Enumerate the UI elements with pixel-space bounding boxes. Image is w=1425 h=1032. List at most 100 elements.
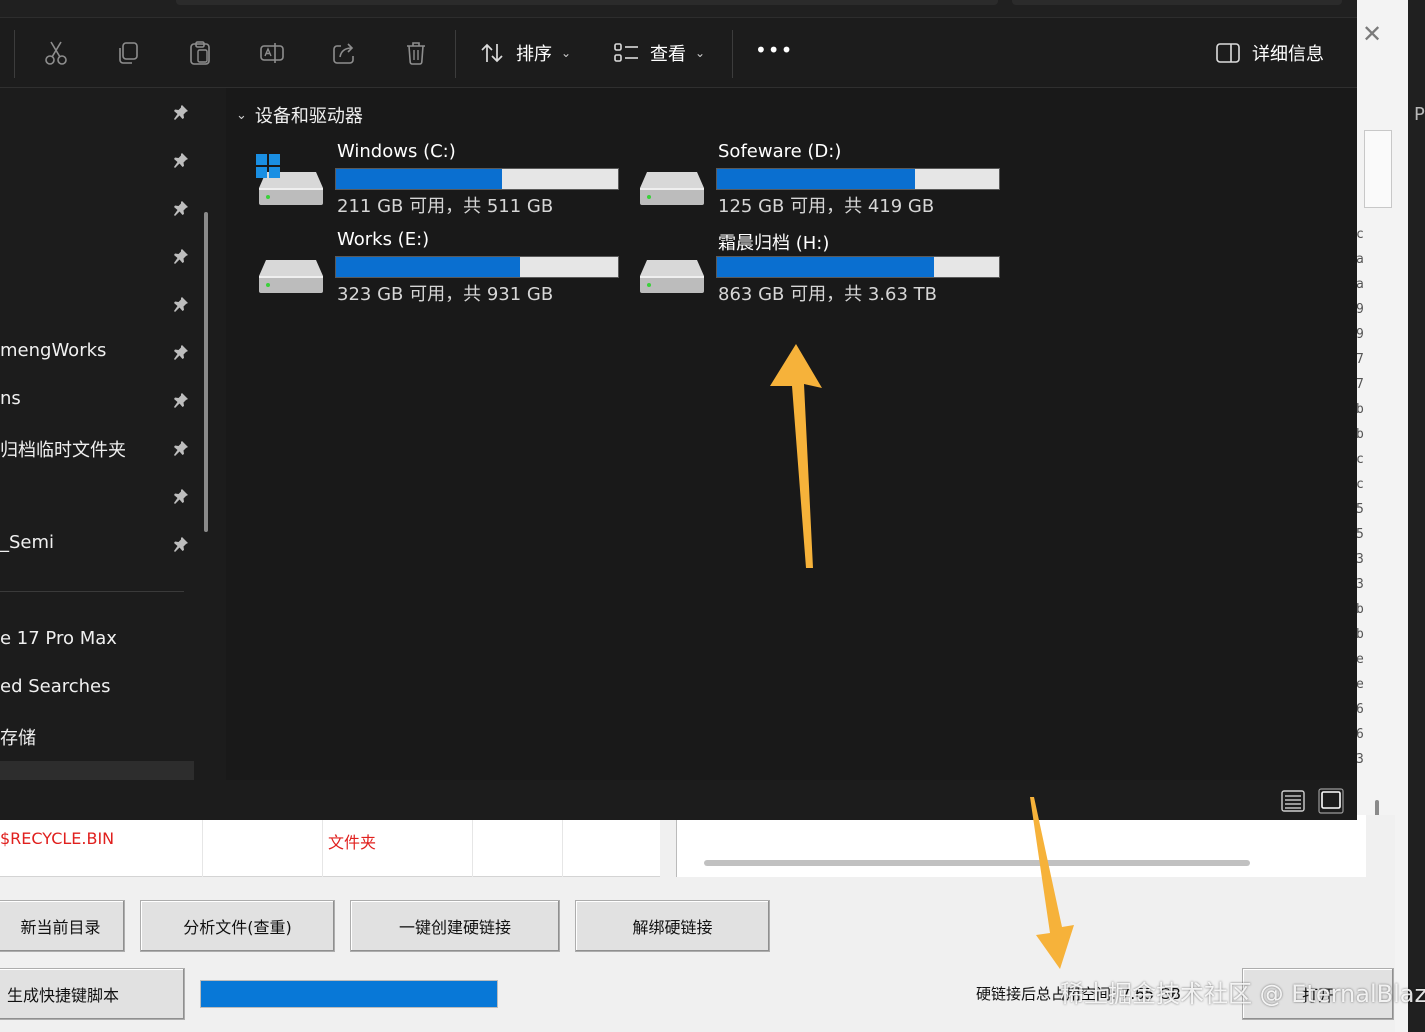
status-bar	[0, 780, 1357, 820]
nav-item-label: ed Searches	[0, 676, 111, 697]
section-title: 设备和驱动器	[254, 106, 363, 127]
nav-item[interactable]: ns	[0, 376, 200, 424]
background-cell-fragment: 3	[1356, 552, 1364, 567]
copy-icon[interactable]	[115, 40, 141, 66]
details-pane-button[interactable]: 详细信息	[1214, 18, 1334, 88]
annotation-arrow-down	[1030, 797, 1074, 969]
navigation-pane: mengWorks ns 归档临时文件夹 _Semi e 17 Pro Max ed S…	[0, 88, 224, 781]
nav-item[interactable]	[0, 136, 200, 184]
background-cell-fragment: a	[1356, 252, 1364, 267]
large-icons-view-icon[interactable]	[1318, 788, 1344, 814]
background-cell-fragment: 7	[1356, 352, 1364, 367]
progress-fill	[201, 981, 497, 1007]
table-row[interactable]: $RECYCLE.BIN 文件夹	[0, 827, 660, 853]
rename-icon[interactable]	[259, 40, 285, 66]
unbind-hardlink-button[interactable]: 解绑硬链接	[575, 900, 770, 952]
view-icon	[614, 43, 638, 62]
sort-label: 排序	[516, 44, 552, 65]
drive-usage-fill	[336, 257, 521, 277]
background-column-strip: caa9977bbcc5533bbee663	[1356, 222, 1366, 842]
watermark-text: 稀土掘金技术社区 @ EternalBlaze	[1060, 980, 1425, 1008]
background-cell-fragment: 6	[1356, 702, 1364, 717]
pin-icon[interactable]	[173, 344, 189, 360]
drive-tile[interactable]: Works (E:) 323 GB 可用，共 931 GB	[256, 229, 626, 308]
drive-free-space: 125 GB 可用，共 419 GB	[718, 196, 935, 217]
drive-usage-fill	[336, 169, 502, 189]
paste-icon[interactable]	[187, 40, 213, 66]
background-cell-fragment: 3	[1356, 752, 1364, 767]
view-label: 查看	[650, 44, 686, 65]
nav-item[interactable]: _Semi	[0, 520, 200, 568]
pin-icon[interactable]	[173, 104, 189, 120]
background-cell-fragment: 6	[1356, 727, 1364, 742]
nav-item[interactable]	[0, 280, 200, 328]
background-cell-fragment: 9	[1356, 327, 1364, 342]
details-view-icon[interactable]	[1280, 788, 1306, 814]
drive-usage-bar	[716, 256, 1000, 278]
drive-icon	[640, 260, 704, 293]
drive-tile[interactable]: 霜晨归档 (H:) 863 GB 可用，共 3.63 TB	[637, 232, 1007, 308]
drive-icon	[640, 172, 704, 205]
sort-icon	[481, 43, 503, 63]
address-bar[interactable]	[176, 0, 998, 5]
file-grid: $RECYCLE.BIN 文件夹	[0, 815, 660, 877]
grid-cell-type: 文件夹	[328, 833, 377, 852]
nav-item-label: _Semi	[0, 532, 55, 553]
nav-item[interactable]	[0, 88, 200, 136]
nav-item[interactable]: 存储	[0, 712, 200, 760]
progress-bar	[200, 980, 498, 1008]
background-panel	[1364, 130, 1392, 208]
drive-name: Windows (C:)	[337, 141, 456, 162]
pin-icon[interactable]	[173, 488, 189, 504]
cut-icon[interactable]	[43, 40, 69, 66]
background-cell-fragment: a	[1356, 277, 1364, 292]
search-box[interactable]	[1012, 0, 1342, 5]
tree-view[interactable]	[676, 815, 1366, 877]
nav-item[interactable]	[0, 232, 200, 280]
background-cell-fragment: e	[1356, 652, 1364, 667]
pin-icon[interactable]	[173, 392, 189, 408]
section-header-devices[interactable]: ⌄ 设备和驱动器	[236, 102, 363, 128]
nav-item[interactable]	[0, 472, 200, 520]
refresh-directory-button[interactable]: 新当前目录	[0, 900, 125, 952]
nav-item[interactable]: ed Searches	[0, 664, 200, 712]
pin-icon[interactable]	[173, 296, 189, 312]
nav-item[interactable]	[0, 184, 200, 232]
pin-icon[interactable]	[173, 536, 189, 552]
background-cell-fragment: 7	[1356, 377, 1364, 392]
background-cell-fragment: 5	[1356, 502, 1364, 517]
sort-button[interactable]: 排序 ⌄	[478, 18, 578, 88]
nav-item-label: 存储	[0, 728, 36, 749]
pin-icon[interactable]	[173, 200, 189, 216]
share-icon[interactable]	[331, 40, 357, 66]
drive-free-space: 323 GB 可用，共 931 GB	[337, 284, 554, 305]
nav-item[interactable]: 归档临时文件夹	[0, 424, 200, 472]
pin-icon[interactable]	[173, 248, 189, 264]
background-cell-fragment: b	[1356, 427, 1364, 442]
windows-drive-icon	[256, 154, 323, 205]
drive-tile[interactable]: Windows (C:) 211 GB 可用，共 511 GB	[256, 141, 626, 220]
delete-icon[interactable]	[403, 40, 429, 66]
pin-icon[interactable]	[173, 152, 189, 168]
nav-item-label: e 17 Pro Max	[0, 628, 117, 649]
analyze-files-button[interactable]: 分析文件(查重)	[140, 900, 335, 952]
details-pane-label: 详细信息	[1252, 44, 1324, 65]
chevron-down-icon: ⌄	[236, 108, 247, 123]
nav-item[interactable]: mengWorks	[0, 328, 200, 376]
generate-script-button[interactable]: 生成快捷键脚本	[0, 968, 185, 1020]
background-cell-fragment: e	[1356, 677, 1364, 692]
horizontal-scrollbar[interactable]	[704, 860, 1250, 866]
close-icon[interactable]	[1362, 20, 1382, 48]
drive-name: 霜晨归档 (H:)	[718, 233, 830, 254]
nav-selected-item[interactable]	[0, 761, 194, 781]
create-hardlink-button[interactable]: 一键创建硬链接	[350, 900, 560, 952]
title-bar	[0, 0, 1357, 18]
nav-divider	[0, 591, 184, 592]
chevron-down-icon: ⌄	[695, 46, 706, 60]
more-options-button[interactable]: •••	[755, 38, 793, 62]
drive-tile[interactable]: Sofeware (D:) 125 GB 可用，共 419 GB	[637, 141, 1007, 220]
nav-item[interactable]: e 17 Pro Max	[0, 616, 200, 664]
pin-icon[interactable]	[173, 440, 189, 456]
nav-scrollbar[interactable]	[204, 212, 208, 532]
view-button[interactable]: 查看 ⌄	[612, 18, 712, 88]
